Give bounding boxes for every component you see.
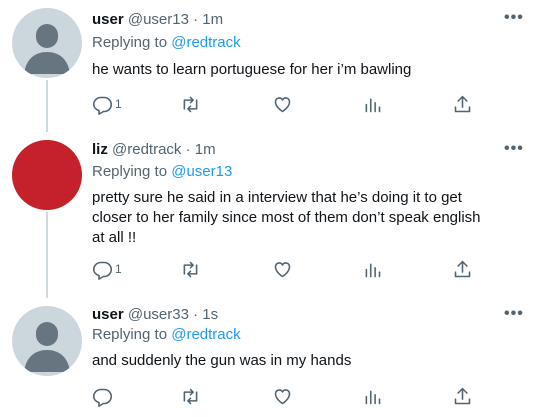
reply-icon: [92, 96, 113, 115]
tweet-text: pretty sure he said in a interview that …: [92, 188, 532, 248]
like-button[interactable]: [272, 258, 293, 280]
action-bar: 1: [92, 258, 482, 280]
more-icon[interactable]: •••: [504, 9, 524, 27]
handle[interactable]: @user33: [128, 306, 189, 323]
tweet-text-line: closer to her family since most of them …: [92, 209, 481, 226]
retweet-button[interactable]: [180, 258, 201, 280]
mention-link[interactable]: @user13: [171, 163, 232, 180]
reply-button[interactable]: 1: [92, 258, 122, 280]
action-bar: [92, 385, 482, 407]
replying-to-label: Replying to: [92, 326, 168, 343]
timestamp[interactable]: · 1s: [193, 306, 218, 323]
share-icon: [454, 260, 471, 277]
reply-icon: [92, 388, 113, 407]
tweet[interactable]: liz @redtrack · 1m ••• Replying to @user…: [0, 132, 540, 298]
tweet-header: liz @redtrack · 1m: [92, 141, 216, 158]
analytics-icon: [365, 97, 381, 112]
reply-button[interactable]: [92, 385, 115, 407]
tweet-text-line: pretty sure he said in a interview that …: [92, 189, 462, 206]
default-avatar-icon: [24, 322, 70, 372]
reply-count: 1: [115, 97, 122, 111]
like-icon: [274, 96, 291, 112]
more-icon[interactable]: •••: [504, 140, 524, 158]
retweet-icon: [183, 388, 198, 404]
timestamp[interactable]: · 1m: [193, 11, 223, 28]
like-icon: [274, 261, 291, 277]
tweet[interactable]: user @user13 · 1m ••• Replying to @redtr…: [0, 0, 540, 132]
reply-icon: [92, 261, 113, 280]
share-icon: [454, 387, 471, 404]
reply-count: 1: [115, 262, 122, 276]
timestamp[interactable]: · 1m: [186, 141, 216, 158]
replying-to: Replying to @redtrack: [92, 34, 241, 51]
analytics-button[interactable]: [362, 258, 383, 280]
handle[interactable]: @user13: [128, 11, 189, 28]
tweet-text: and suddenly the gun was in my hands: [92, 352, 352, 369]
action-bar: 1: [92, 93, 482, 115]
like-button[interactable]: [272, 385, 293, 407]
replying-to-label: Replying to: [92, 34, 168, 51]
analytics-button[interactable]: [362, 385, 383, 407]
default-avatar-icon: [24, 24, 70, 74]
tweet-text-line: at all !!: [92, 229, 137, 246]
handle[interactable]: @redtrack: [112, 141, 181, 158]
analytics-icon: [365, 262, 381, 277]
avatar[interactable]: [12, 306, 82, 376]
analytics-button[interactable]: [362, 93, 383, 115]
like-button[interactable]: [272, 93, 293, 115]
avatar[interactable]: [12, 140, 82, 210]
mention-link[interactable]: @redtrack: [171, 326, 240, 343]
replying-to-label: Replying to: [92, 163, 168, 180]
tweet[interactable]: user @user33 · 1s ••• Replying to @redtr…: [0, 298, 540, 417]
retweet-icon: [183, 96, 198, 112]
mention-link[interactable]: @redtrack: [171, 34, 240, 51]
avatar[interactable]: [12, 8, 82, 78]
analytics-icon: [365, 389, 381, 404]
share-button[interactable]: [452, 258, 473, 280]
share-button[interactable]: [452, 385, 473, 407]
display-name[interactable]: liz: [92, 141, 108, 158]
share-button[interactable]: [452, 93, 473, 115]
replying-to: Replying to @user13: [92, 163, 232, 180]
share-icon: [454, 95, 471, 112]
retweet-button[interactable]: [180, 385, 201, 407]
more-icon[interactable]: •••: [504, 305, 524, 323]
display-name[interactable]: user: [92, 11, 124, 28]
replying-to: Replying to @redtrack: [92, 326, 241, 343]
tweet-header: user @user13 · 1m: [92, 11, 223, 28]
tweet-header: user @user33 · 1s: [92, 306, 218, 323]
retweet-button[interactable]: [180, 93, 201, 115]
like-icon: [274, 388, 291, 404]
reply-button[interactable]: 1: [92, 93, 122, 115]
display-name[interactable]: user: [92, 306, 124, 323]
retweet-icon: [183, 261, 198, 277]
tweet-text: he wants to learn portuguese for her i’m…: [92, 61, 412, 78]
